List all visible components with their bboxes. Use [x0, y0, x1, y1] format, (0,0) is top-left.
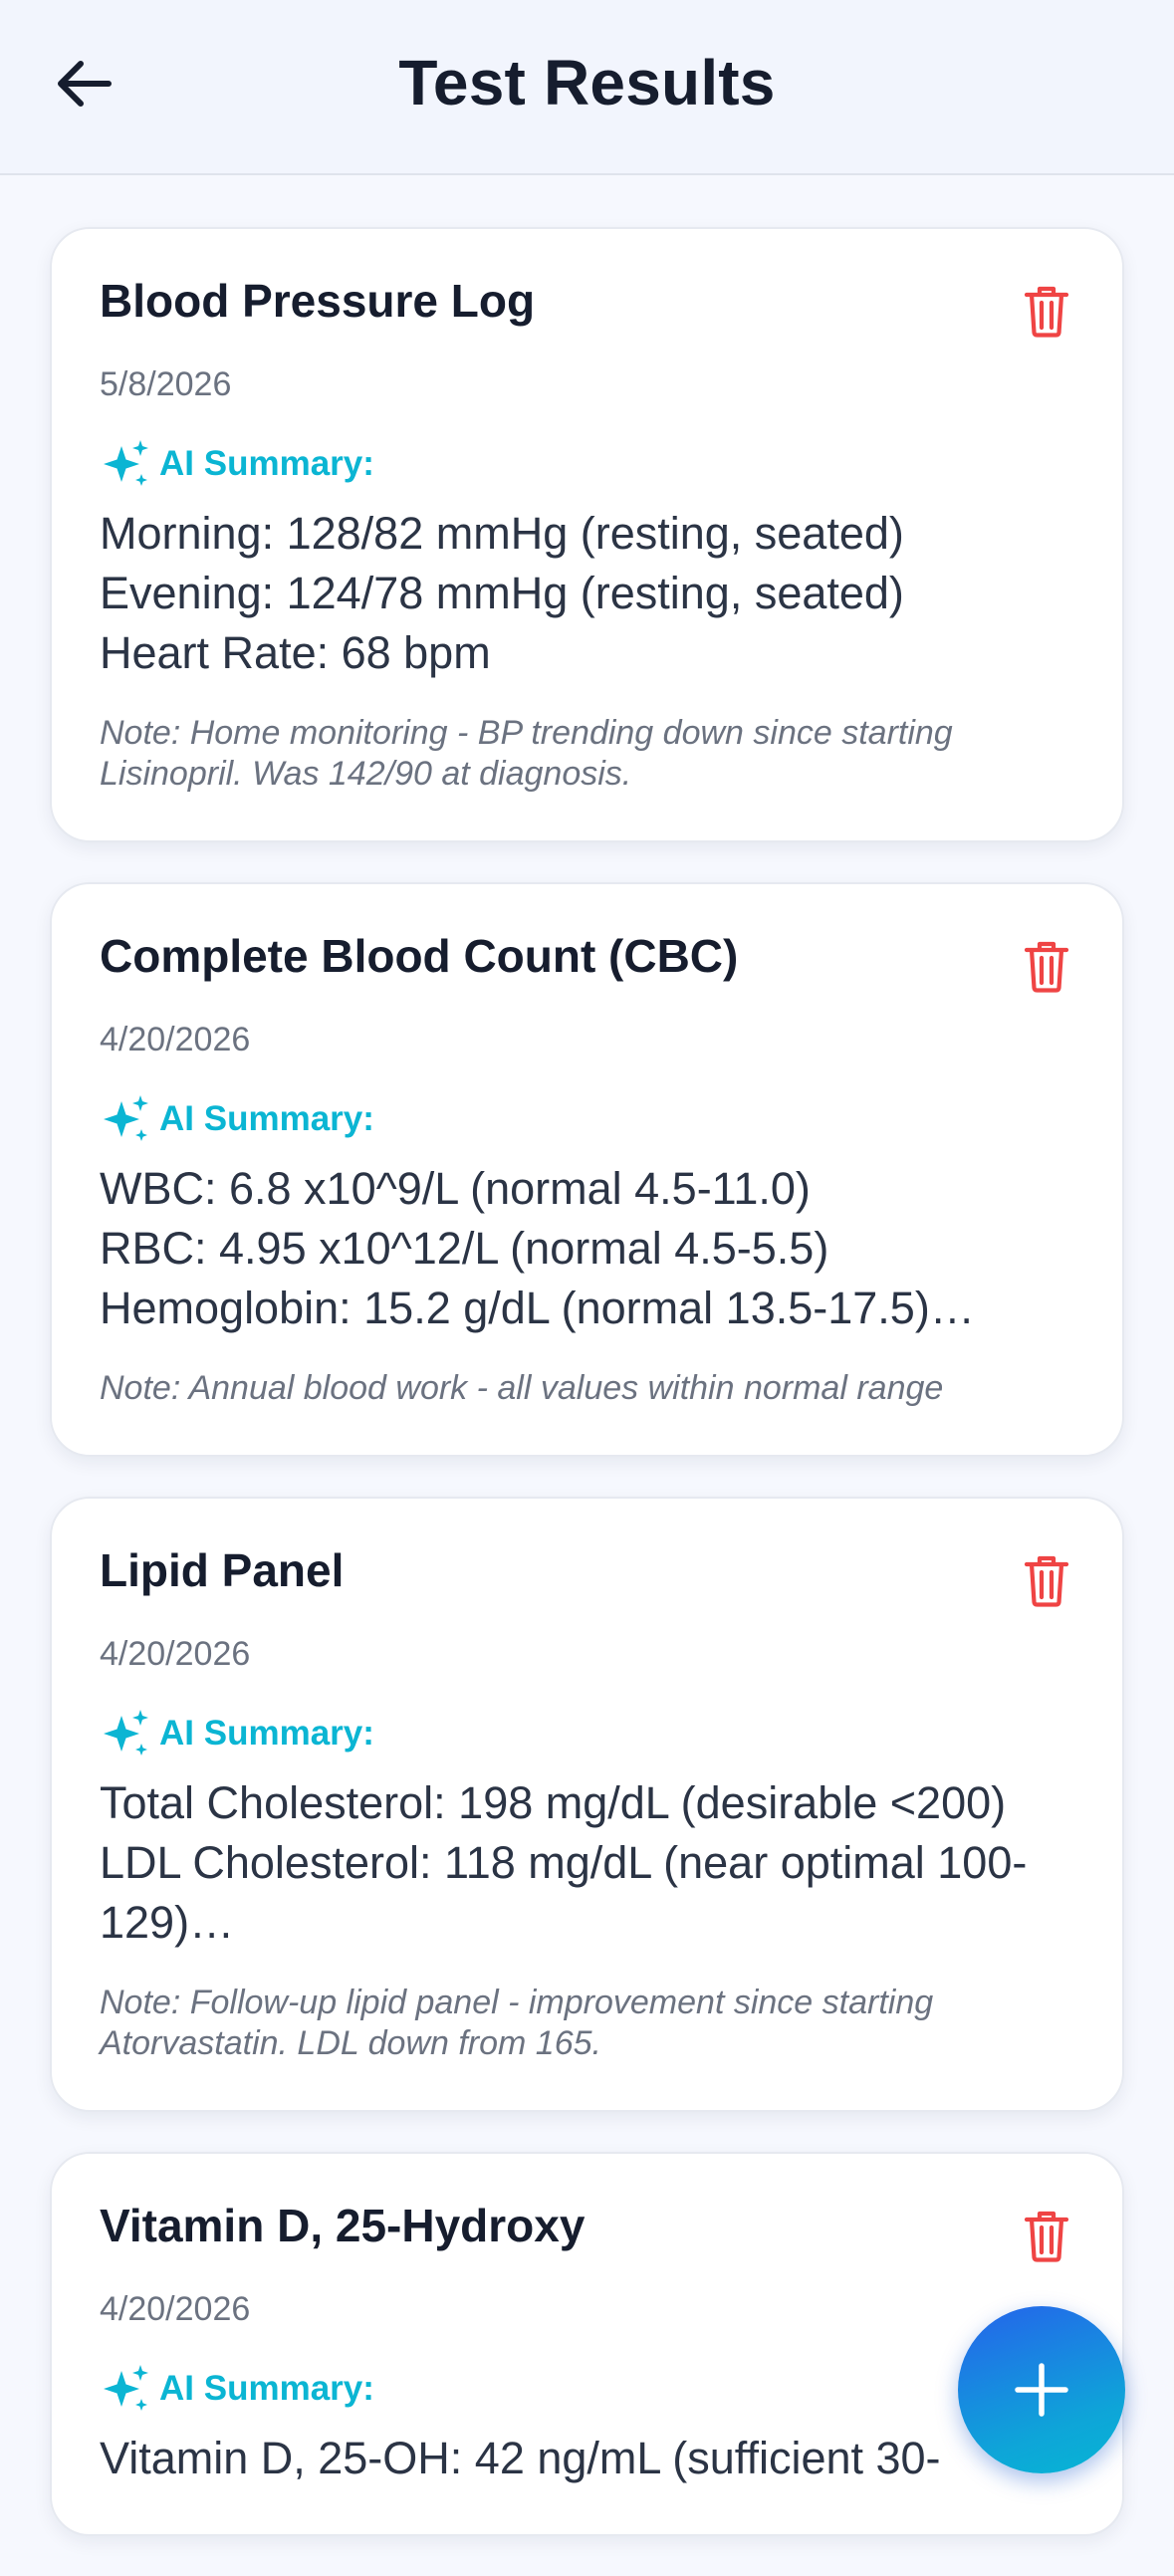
- result-title: Complete Blood Count (CBC): [100, 930, 739, 982]
- ai-summary-label: AI Summary:: [159, 2369, 374, 2408]
- ai-summary-text: Vitamin D, 25-OH: 42 ng/mL (sufficient 3…: [100, 2433, 941, 2483]
- result-card-lipid-panel[interactable]: Lipid Panel 4/20/2026 AI Summary: Total …: [50, 1497, 1124, 2112]
- ai-summary-label: AI Summary:: [159, 1714, 374, 1753]
- ai-summary-header: AI Summary:: [100, 438, 1074, 490]
- result-note: Note: Annual blood work - all values wit…: [100, 1369, 944, 1407]
- ai-summary-header: AI Summary:: [100, 1093, 1074, 1145]
- ai-summary-label: AI Summary:: [159, 1099, 374, 1138]
- ai-summary-text: WBC: 6.8 x10^9/L (normal 4.5-11.0) RBC: …: [100, 1163, 975, 1333]
- result-date: 4/20/2026: [100, 1021, 251, 1058]
- trash-icon: [1024, 2211, 1069, 2262]
- trash-icon: [1024, 286, 1069, 338]
- app-header: Test Results: [0, 0, 1174, 175]
- add-result-button[interactable]: [958, 2306, 1125, 2473]
- sparkles-icon: [104, 1710, 148, 1756]
- ai-summary-text: Morning: 128/82 mmHg (resting, seated) E…: [100, 508, 904, 678]
- delete-button[interactable]: [1019, 936, 1074, 996]
- plus-icon: [1015, 2363, 1068, 2417]
- result-date: 4/20/2026: [100, 2290, 251, 2328]
- result-title: Lipid Panel: [100, 1544, 345, 1596]
- test-results-list: Blood Pressure Log 5/8/2026 AI Summary: …: [50, 227, 1124, 2576]
- trash-icon: [1024, 941, 1069, 993]
- page-title: Test Results: [398, 47, 776, 118]
- delete-button[interactable]: [1019, 2206, 1074, 2265]
- sparkles-icon: [104, 1095, 148, 1141]
- result-card-blood-pressure[interactable]: Blood Pressure Log 5/8/2026 AI Summary: …: [50, 227, 1124, 842]
- result-title: Vitamin D, 25-Hydroxy: [100, 2200, 586, 2251]
- result-title: Blood Pressure Log: [100, 275, 536, 327]
- result-date: 5/8/2026: [100, 365, 232, 403]
- result-date: 4/20/2026: [100, 1635, 251, 1673]
- ai-summary-label: AI Summary:: [159, 444, 374, 483]
- trash-icon: [1024, 1555, 1069, 1607]
- sparkles-icon: [104, 2365, 148, 2411]
- result-card-cbc[interactable]: Complete Blood Count (CBC) 4/20/2026 AI …: [50, 882, 1124, 1457]
- ai-summary-header: AI Summary:: [100, 2363, 1074, 2415]
- result-card-vitamin-d[interactable]: Vitamin D, 25-Hydroxy 4/20/2026 AI Summa…: [50, 2152, 1124, 2536]
- result-note: Note: Home monitoring - BP trending down…: [100, 714, 953, 793]
- delete-button[interactable]: [1019, 281, 1074, 341]
- sparkles-icon: [104, 440, 148, 486]
- delete-button[interactable]: [1019, 1550, 1074, 1610]
- ai-summary-header: AI Summary:: [100, 1708, 1074, 1759]
- result-note: Note: Follow-up lipid panel - improvemen…: [100, 1984, 934, 2062]
- ai-summary-text: Total Cholesterol: 198 mg/dL (desirable …: [100, 1777, 1028, 1948]
